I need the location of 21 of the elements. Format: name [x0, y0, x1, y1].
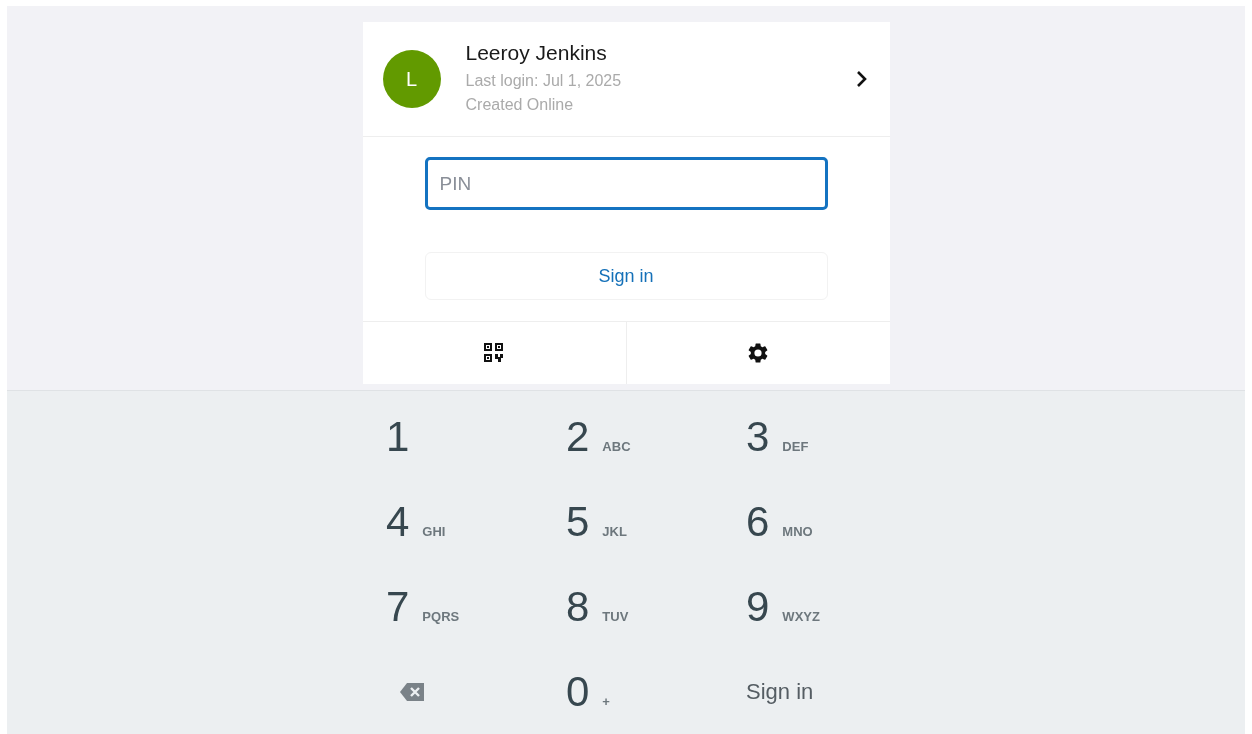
account-name: Leeroy Jenkins	[465, 41, 608, 65]
chevron-right-icon[interactable]	[855, 70, 868, 88]
keypad-key[interactable]: 5 JKL	[566, 497, 627, 546]
backspace-icon[interactable]	[400, 682, 424, 701]
qr-code-icon[interactable]	[484, 343, 504, 363]
avatar: L	[382, 50, 441, 108]
keypad-key[interactable]: 1	[386, 412, 410, 461]
keypad-key[interactable]: 6 MNO	[746, 497, 813, 546]
last-login: Last login: Jul 1, 2025	[465, 71, 623, 91]
keypad-key[interactable]: 3 DEF	[746, 412, 809, 461]
keypad-key[interactable]: 2 ABC	[566, 412, 631, 461]
account-origin: Created Online	[465, 95, 575, 115]
keypad-key[interactable]: 8 TUV	[566, 582, 629, 631]
keypad-key[interactable]: 9 WXYZ	[746, 582, 820, 631]
settings-icon[interactable]	[746, 341, 770, 365]
sign-in-button[interactable]: Sign in	[424, 252, 828, 300]
keypad-key[interactable]: 0 +	[566, 667, 610, 716]
keypad-key[interactable]: 7 PQRS	[386, 582, 460, 631]
pin-field[interactable]: PIN	[424, 157, 828, 210]
sign-in-key[interactable]: Sign in	[746, 678, 814, 705]
keypad-key[interactable]: 4 GHI	[386, 497, 446, 546]
